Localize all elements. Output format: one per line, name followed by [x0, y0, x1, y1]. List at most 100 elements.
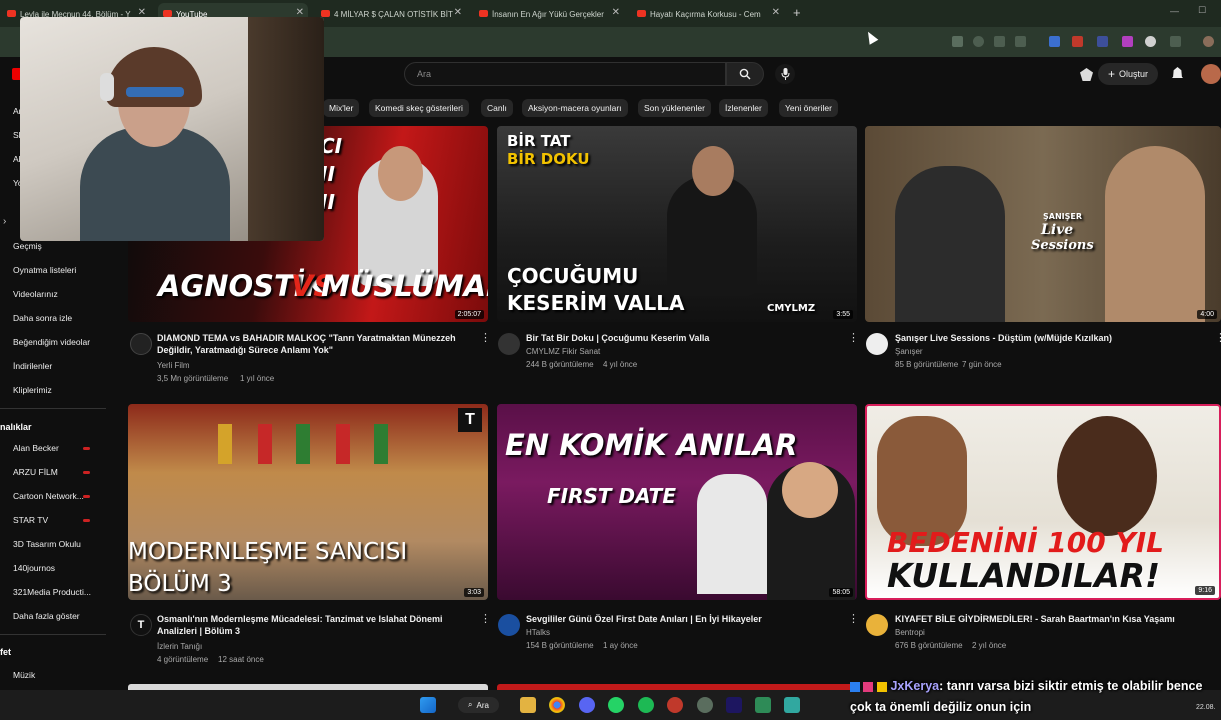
channel-name[interactable]: HTalks	[526, 628, 550, 637]
extension-icon[interactable]	[1072, 36, 1083, 47]
sidebar-item-subscription[interactable]: ARZU FİLM	[13, 467, 58, 477]
maximize-window-icon[interactable]: ☐	[1198, 5, 1206, 16]
cast-icon[interactable]	[952, 36, 963, 47]
video-age: 1 ay önce	[603, 641, 638, 650]
thumbnail-text: MODERNLEŞME SANCISI	[128, 539, 408, 565]
sidebar-item-subscription[interactable]: Alan Becker	[13, 443, 59, 453]
channel-name[interactable]: Şanışer	[895, 347, 923, 356]
channel-name[interactable]: Yerli Film	[157, 361, 190, 370]
video-title[interactable]: DIAMOND TEMA vs BAHADIR MALKOÇ "Tanrı Ya…	[157, 332, 457, 356]
sidebar-item-subscription[interactable]: 3D Tasarım Okulu	[13, 539, 81, 549]
video-title[interactable]: Sevgililer Günü Özel First Date Anıları …	[526, 613, 826, 625]
sidebar-item-your-videos[interactable]: Videolarınız	[13, 289, 58, 299]
channel-avatar[interactable]	[498, 614, 520, 636]
channel-name[interactable]: İzlerin Tanığı	[157, 642, 202, 651]
sidebar-item-downloads[interactable]: İndirilenler	[13, 361, 52, 371]
channel-avatar[interactable]	[130, 333, 152, 355]
channel-avatar[interactable]	[866, 614, 888, 636]
youtube-favicon-icon	[321, 10, 330, 17]
video-title[interactable]: Şanışer Live Sessions - Düştüm (w/Müjde …	[895, 332, 1195, 344]
new-tab-button[interactable]: +	[793, 5, 801, 20]
video-thumbnail[interactable]: BİR TAT BİR DOKU ÇOCUĞUMU KESERİM VALLA …	[497, 126, 857, 322]
more-options-icon[interactable]: ⋮	[480, 612, 491, 625]
search-button[interactable]	[726, 62, 764, 86]
extensions-puzzle-icon[interactable]	[1170, 36, 1181, 47]
search-input[interactable]: Ara	[404, 62, 726, 86]
app-icon[interactable]	[755, 697, 771, 713]
profile-icon[interactable]	[1203, 36, 1214, 47]
more-options-icon[interactable]: ⋮	[480, 331, 491, 344]
extension-icon[interactable]	[1097, 36, 1108, 47]
bookmark-star-icon[interactable]	[1015, 36, 1026, 47]
sidebar-item-clips[interactable]: Kliplerimiz	[13, 385, 52, 395]
sidebar-item-music[interactable]: Müzik	[13, 670, 35, 680]
sidebar-item-subscription[interactable]: 140journos	[13, 563, 55, 573]
channel-avatar[interactable]: T	[130, 614, 152, 636]
obs-icon[interactable]	[697, 697, 713, 713]
extension-gem-icon[interactable]	[1080, 68, 1093, 81]
video-title[interactable]: Osmanlı'nın Modernleşme Mücadelesi: Tanz…	[157, 613, 457, 637]
chip-comedy[interactable]: Komedi skeç gösterileri	[369, 99, 469, 117]
sidebar-show-more[interactable]: Daha fazla göster	[13, 611, 80, 621]
sidebar-item-subscription[interactable]: STAR TV	[13, 515, 48, 525]
more-options-icon[interactable]: ⋮	[848, 331, 859, 344]
close-tab-icon[interactable]: ✕	[454, 7, 462, 18]
sidebar-item-history[interactable]: Geçmiş	[13, 241, 42, 251]
notifications-bell-icon[interactable]	[1172, 67, 1183, 79]
chip-action-adventure[interactable]: Aksiyon-macera oyunları	[522, 99, 628, 117]
channel-avatar[interactable]	[866, 333, 888, 355]
extension-icon[interactable]	[1122, 36, 1133, 47]
discord-icon[interactable]	[579, 697, 595, 713]
explore-heading: fet	[0, 647, 11, 657]
voice-search-button[interactable]	[775, 64, 795, 84]
create-button[interactable]: + Oluştur	[1098, 63, 1159, 85]
windows-start-icon[interactable]	[420, 697, 436, 713]
spotify-icon[interactable]	[638, 697, 654, 713]
sidebar-item-liked-videos[interactable]: Beğendiğim videolar	[13, 337, 90, 347]
sidebar-item-playlists[interactable]: Oynatma listeleri	[13, 265, 76, 275]
more-options-icon[interactable]: ⋮	[1215, 331, 1221, 344]
video-thumbnail[interactable]: EN KOMİK ANILAR FIRST DATE 58:05	[497, 404, 857, 600]
sidebar-item-watch-later[interactable]: Daha sonra izle	[13, 313, 72, 323]
whatsapp-icon[interactable]	[608, 697, 624, 713]
account-avatar[interactable]	[1201, 64, 1221, 84]
chip-recently-uploaded[interactable]: Son yüklenenler	[638, 99, 711, 117]
video-thumbnail[interactable]: ŞANIŞER Live Sessions 4:00	[865, 126, 1221, 322]
video-age: 4 yıl önce	[603, 360, 638, 369]
video-thumbnail[interactable]: T MODERNLEŞME SANCISI BÖLÜM 3 3:03	[128, 404, 488, 600]
extension-icon[interactable]	[1049, 36, 1060, 47]
minimize-window-icon[interactable]: —	[1170, 6, 1179, 16]
browser-tab[interactable]: 4 MİLYAR $ ÇALAN OTİSTİK BİT ✕	[316, 3, 466, 25]
chip-watched[interactable]: İzlenenler	[719, 99, 768, 117]
chip-live[interactable]: Canlı	[481, 99, 513, 117]
thumbnail-text: Sessions	[1031, 238, 1094, 253]
after-effects-icon[interactable]	[726, 697, 742, 713]
close-tab-icon[interactable]: ✕	[772, 7, 780, 18]
file-explorer-icon[interactable]	[520, 697, 536, 713]
live-indicator-icon	[83, 471, 90, 474]
browser-tab[interactable]: İnsanın En Ağır Yükü Gerçekler ✕	[474, 3, 624, 25]
zoom-icon[interactable]	[973, 36, 984, 47]
chip-new-to-you[interactable]: Yeni öneriler	[779, 99, 838, 117]
extension-icon[interactable]	[1145, 36, 1156, 47]
app-icon[interactable]	[667, 697, 683, 713]
sidebar-item-subscription[interactable]: 321Media Producti...	[13, 587, 91, 597]
channel-name[interactable]: Bentropi	[895, 628, 925, 637]
chrome-icon[interactable]	[549, 697, 565, 713]
visibility-off-icon[interactable]	[994, 36, 1005, 47]
video-thumbnail[interactable]: BEDENİNİ 100 YIL KULLANDILAR! 9:16	[865, 404, 1221, 600]
browser-tab[interactable]: Hayatı Kaçırma Korkusu - Cem ✕	[632, 3, 784, 25]
video-title[interactable]: Bir Tat Bir Doku | Çocuğumu Keserim Vall…	[526, 332, 826, 344]
channel-avatar[interactable]	[498, 333, 520, 355]
app-icon[interactable]	[784, 697, 800, 713]
video-title[interactable]: KIYAFET BİLE GİYDİRMEDİLER! - Sarah Baar…	[895, 613, 1195, 625]
sidebar-item-subscription[interactable]: Cartoon Network...	[13, 491, 84, 501]
channel-name[interactable]: CMYLMZ Fikir Sanat	[526, 347, 600, 356]
youtube-favicon-icon	[479, 10, 488, 17]
thumbnail-text: CMYLMZ	[767, 303, 816, 314]
chevron-right-icon[interactable]: ›	[3, 216, 6, 227]
chip-mixes[interactable]: Mix'ler	[323, 99, 360, 117]
taskbar-search[interactable]: ⌕ Ara	[458, 697, 499, 713]
close-tab-icon[interactable]: ✕	[612, 7, 620, 18]
more-options-icon[interactable]: ⋮	[848, 612, 859, 625]
